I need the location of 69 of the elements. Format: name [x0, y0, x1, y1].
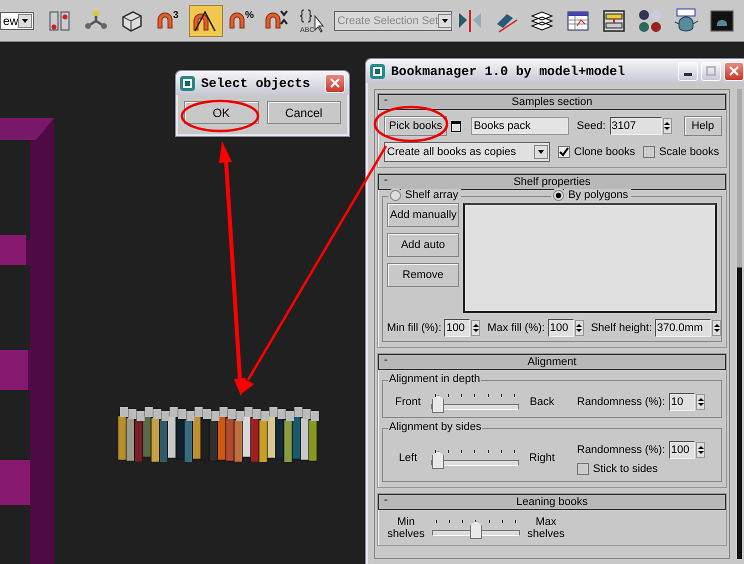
rollout-title: Leaning books: [516, 496, 588, 508]
rollout-title: Alignment: [528, 356, 576, 368]
group-title: Alignment by sides: [388, 421, 482, 433]
help-button[interactable]: Help: [684, 116, 722, 136]
action-button[interactable]: Remove: [387, 263, 459, 287]
radio-button[interactable]: [553, 190, 564, 200]
slider-label: Left: [398, 452, 418, 464]
checkbox[interactable]: [577, 463, 589, 475]
slider-label: Right: [528, 452, 556, 464]
spinner-arrows-icon[interactable]: [712, 320, 721, 336]
cancel-button[interactable]: Cancel: [266, 101, 341, 124]
slider-label: Front: [394, 396, 422, 408]
radio-label: By polygons: [564, 189, 632, 201]
window-icon[interactable]: [451, 120, 461, 132]
spinner-arrows-icon[interactable]: [574, 320, 584, 336]
group-title: Alignment in depth: [388, 373, 482, 385]
close-icon: [729, 66, 739, 76]
minimize-button[interactable]: [678, 62, 698, 80]
rollout-header[interactable]: - Samples section: [378, 94, 726, 110]
action-button[interactable]: Add manually: [387, 203, 459, 227]
spinner-arrows-icon[interactable]: [696, 442, 706, 458]
collapse-toggle[interactable]: -: [384, 354, 388, 366]
minimize-icon: [684, 72, 692, 76]
close-button[interactable]: [724, 62, 744, 80]
collapse-toggle[interactable]: -: [384, 94, 388, 106]
slider-thumb[interactable]: [432, 395, 444, 413]
randomness-label: Randomness (%):: [577, 396, 666, 408]
slider-label: Min shelves: [386, 516, 426, 540]
spinner-arrows-icon[interactable]: [696, 394, 706, 410]
rollout-header[interactable]: - Alignment: [378, 354, 726, 370]
spinner-label: Min fill (%):: [387, 322, 442, 334]
randomness-label: Randomness (%):: [577, 444, 666, 456]
slider-label: Max shelves: [526, 516, 566, 540]
pick-books-button[interactable]: Pick books: [384, 116, 448, 136]
collapse-toggle[interactable]: -: [384, 494, 388, 506]
checkbox-label: Stick to sides: [593, 463, 658, 475]
spinner-arrows-icon[interactable]: [662, 118, 672, 134]
spinner-arrows-icon[interactable]: [471, 320, 480, 336]
window-title: Bookmanager 1.0 by model+model: [390, 64, 626, 78]
radio-button[interactable]: [390, 190, 401, 200]
name-field[interactable]: Books pack: [470, 117, 569, 135]
close-icon: [330, 78, 340, 88]
scrollbar[interactable]: [737, 89, 742, 559]
polygon-list[interactable]: [463, 203, 717, 313]
rollout-header[interactable]: - Shelf properties: [378, 174, 726, 190]
maximize-icon: [706, 66, 716, 76]
collapse-toggle[interactable]: -: [384, 174, 388, 186]
checkbox[interactable]: [558, 146, 570, 158]
checkbox-label: Scale books: [659, 146, 720, 158]
angle-snap-icon[interactable]: [190, 6, 222, 36]
view-dropdown[interactable]: ew: [0, 12, 34, 30]
spinner-label: Shelf height:: [590, 322, 652, 334]
app-logo-icon: [370, 64, 385, 78]
action-button[interactable]: Add auto: [387, 233, 459, 257]
slider-thumb[interactable]: [470, 521, 482, 539]
close-button[interactable]: [325, 74, 345, 92]
app-logo-icon: [180, 76, 195, 90]
spinner-label: Max fill (%):: [487, 322, 545, 334]
seed-label: Seed:: [576, 120, 606, 132]
rollout-title: Samples section: [512, 96, 592, 108]
checkbox[interactable]: [643, 146, 656, 158]
slider-label: Back: [528, 396, 556, 408]
rollout-header[interactable]: - Leaning books: [378, 494, 726, 510]
mode-dropdown[interactable]: Create all books as copies: [384, 142, 550, 162]
rollout-title: Shelf properties: [513, 176, 591, 188]
window-title: Select objects: [200, 76, 312, 90]
slider-thumb[interactable]: [432, 451, 444, 469]
checkbox-label: Clone books: [574, 146, 636, 158]
radio-label: Shelf array: [401, 189, 462, 201]
